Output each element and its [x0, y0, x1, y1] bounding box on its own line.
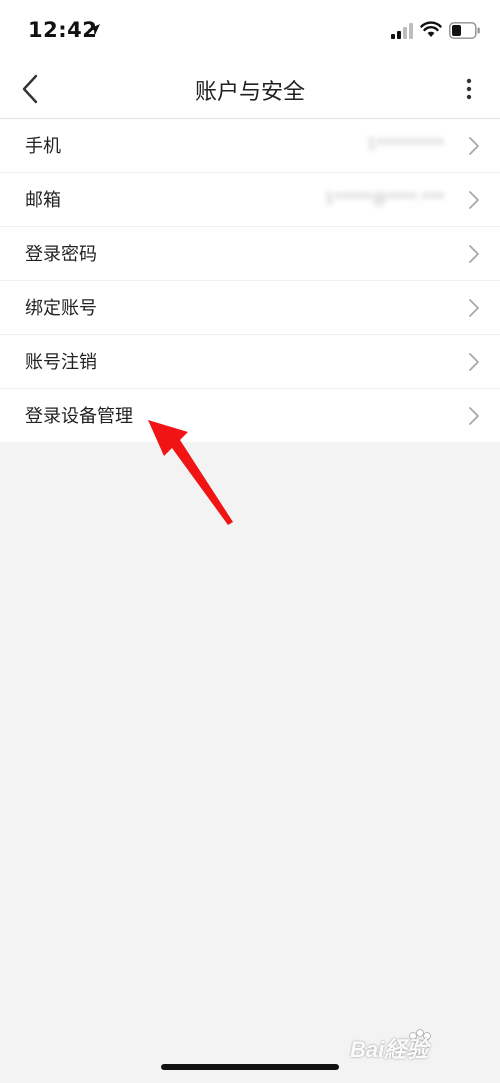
list-item-account-deletion[interactable]: 账号注销: [0, 335, 500, 389]
chevron-right-icon: [469, 407, 479, 425]
cellular-signal-icon: [391, 23, 413, 39]
list-item-email[interactable]: 邮箱 1*****@****.***: [0, 173, 500, 227]
list-item-linked-accounts[interactable]: 绑定账号: [0, 281, 500, 335]
list-item-label: 邮箱: [25, 190, 61, 211]
list-item-device-management[interactable]: 登录设备管理: [0, 389, 500, 442]
list-item-label: 登录设备管理: [25, 406, 133, 427]
battery-icon: [449, 22, 480, 39]
list-item-label: 绑定账号: [25, 298, 97, 319]
chevron-right-icon: [469, 137, 479, 155]
home-indicator[interactable]: [161, 1064, 339, 1070]
wifi-icon: [420, 21, 442, 37]
vertical-dots-icon[interactable]: [458, 76, 480, 102]
chevron-right-icon: [469, 191, 479, 209]
settings-list: 手机 1********* 邮箱 1*****@****.*** 登录密码 绑定…: [0, 119, 500, 442]
list-item-phone[interactable]: 手机 1*********: [0, 119, 500, 173]
nav-bar: 账户与安全: [0, 60, 500, 119]
list-item-label: 账号注销: [25, 352, 97, 373]
location-arrow-icon: [88, 24, 100, 36]
chevron-right-icon: [469, 299, 479, 317]
watermark: Bai経验: [350, 1026, 490, 1066]
phone-value: 1*********: [366, 135, 444, 153]
list-item-login-password[interactable]: 登录密码: [0, 227, 500, 281]
chevron-right-icon: [469, 353, 479, 371]
annotation-arrow-icon: [148, 420, 233, 525]
chevron-right-icon: [469, 245, 479, 263]
list-item-label: 手机: [25, 136, 61, 157]
status-bar: 12:42: [0, 0, 500, 60]
page-title: 账户与安全: [194, 80, 305, 105]
watermark-text: Bai経验: [350, 1037, 429, 1062]
email-value: 1*****@****.***: [324, 189, 444, 207]
list-item-label: 登录密码: [25, 244, 97, 265]
